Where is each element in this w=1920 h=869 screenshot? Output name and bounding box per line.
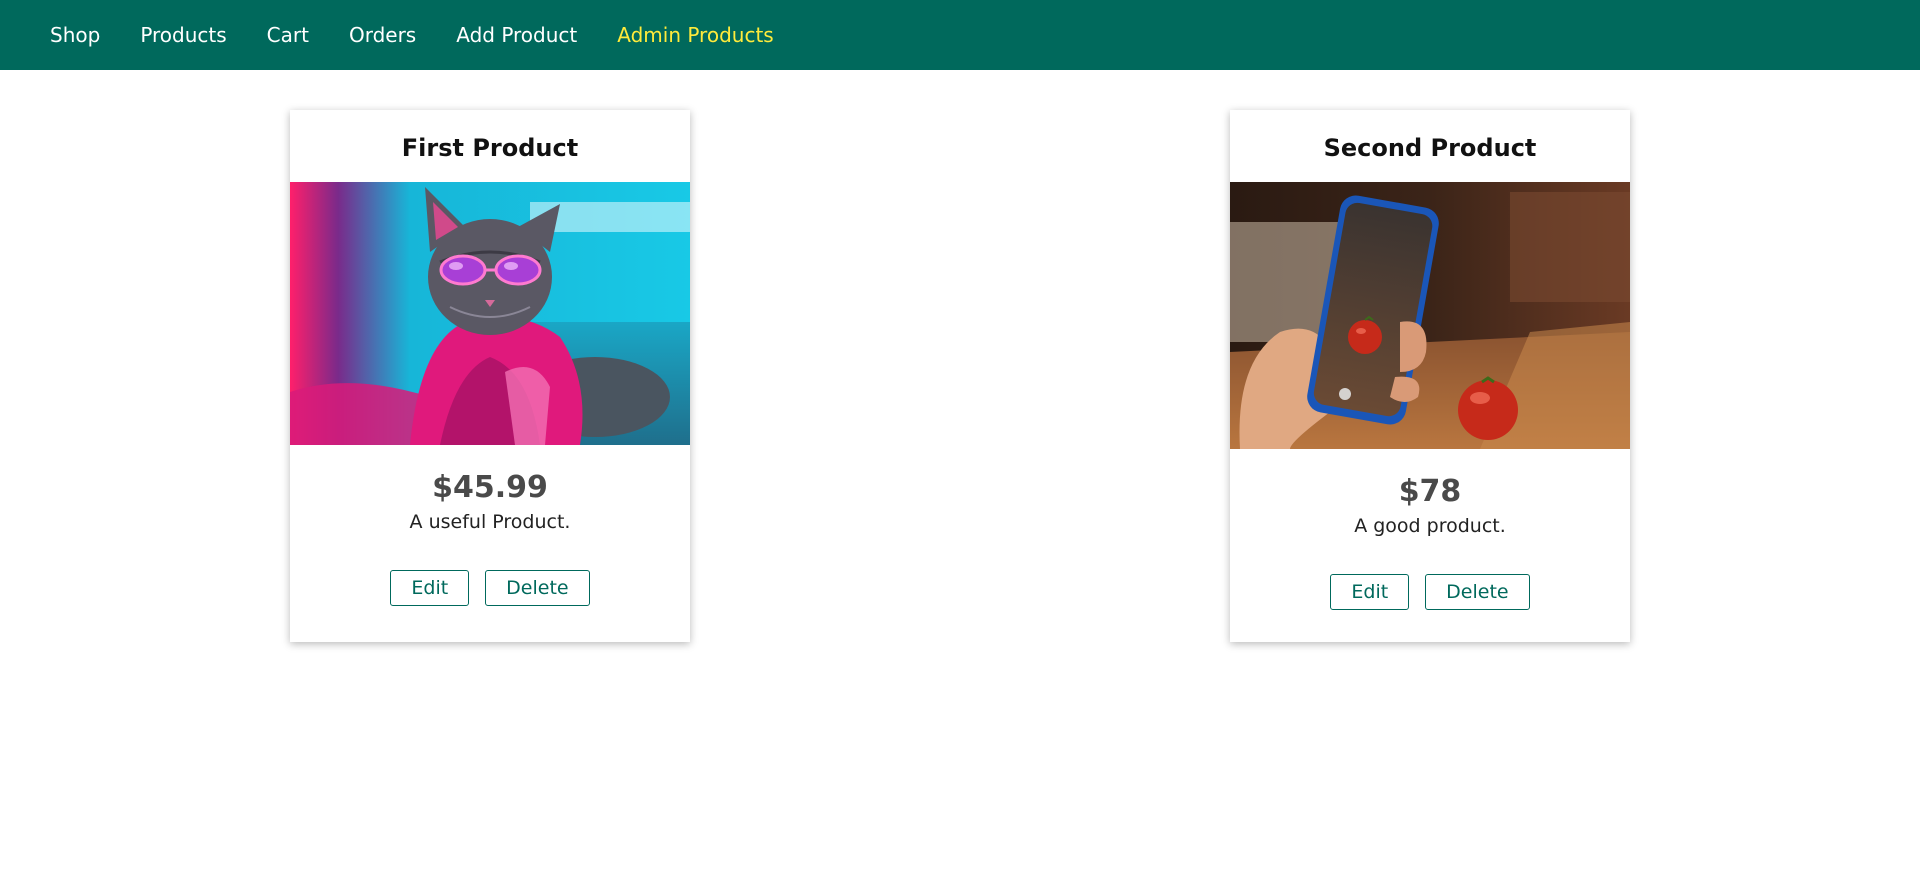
product-title: First Product <box>401 134 579 162</box>
nav-link-orders[interactable]: Orders <box>349 23 416 47</box>
product-grid: First Product $45.99 A useful Product. E… <box>0 70 1920 869</box>
delete-button[interactable]: Delete <box>485 570 590 606</box>
product-actions: Edit Delete <box>1330 574 1530 610</box>
product-image <box>290 182 690 445</box>
product-image <box>1230 182 1630 449</box>
product-card: First Product $45.99 A useful Product. E… <box>290 110 690 642</box>
nav-link-products[interactable]: Products <box>140 23 226 47</box>
edit-button[interactable]: Edit <box>390 570 470 606</box>
product-price: $78 <box>1398 474 1462 509</box>
product-actions: Edit Delete <box>390 570 590 606</box>
nav-link-add-product[interactable]: Add Product <box>456 23 577 47</box>
phone-tomato-image <box>1230 182 1630 449</box>
nav-link-shop[interactable]: Shop <box>50 23 100 47</box>
cat-image <box>290 182 690 445</box>
product-description: A useful Product. <box>409 511 571 533</box>
delete-button[interactable]: Delete <box>1425 574 1530 610</box>
edit-button[interactable]: Edit <box>1330 574 1410 610</box>
product-description: A good product. <box>1354 515 1506 537</box>
nav-link-admin-products[interactable]: Admin Products <box>617 23 773 47</box>
product-card: Second Product $78 A good product. Edit … <box>1230 110 1630 642</box>
product-price: $45.99 <box>432 470 548 505</box>
nav-link-cart[interactable]: Cart <box>267 23 309 47</box>
main-navigation: Shop Products Cart Orders Add Product Ad… <box>0 0 1920 70</box>
product-title: Second Product <box>1323 134 1537 162</box>
